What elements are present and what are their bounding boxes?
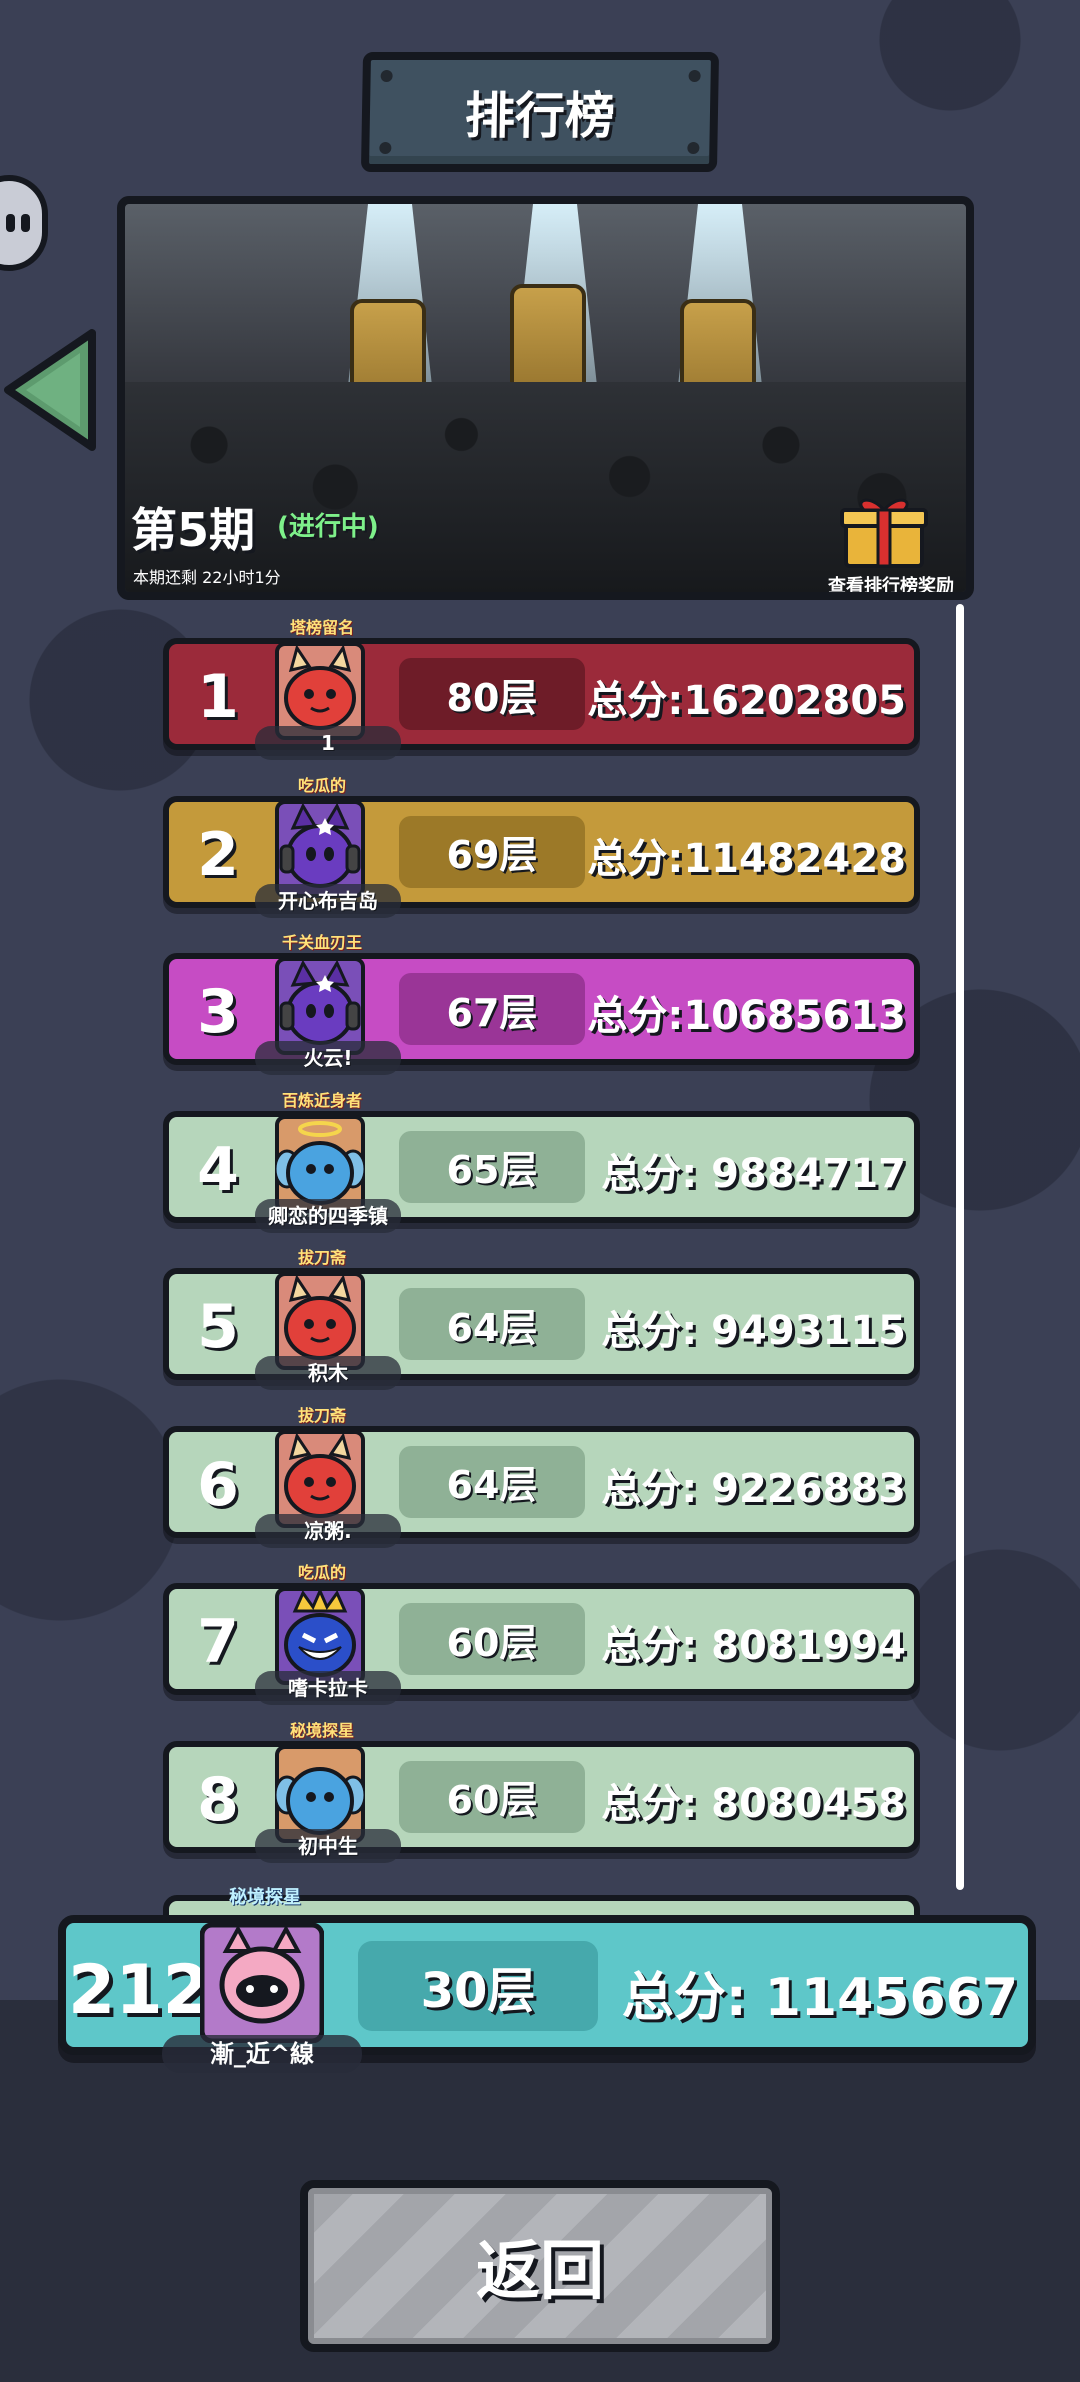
ranking-row[interactable]: 5 拔刀斋 64层 总分: 9493115 积木 [163, 1248, 920, 1390]
season-status: (进行中) [277, 512, 379, 542]
total-score: 总分: 9226883 [601, 1465, 906, 1512]
rank-number: 7 [197, 1607, 239, 1677]
return-button-label: 返回 [476, 2235, 604, 2309]
eye-icon [21, 214, 30, 232]
eye-icon [6, 214, 15, 232]
player-name: 嗜卡拉卡 [255, 1671, 401, 1705]
player-name: 初中生 [255, 1828, 401, 1863]
ranking-row[interactable]: 2 吃瓜的 69层 总分:11482428 开心布吉岛 [163, 776, 920, 918]
my-rank-row: 212 秘境探星 30层 总分: 1145667 漸_近^線 [58, 1887, 1036, 2073]
player-title-badge: 拔刀斋 [297, 1248, 346, 1267]
player-title-badge: 吃瓜的 [297, 1563, 346, 1582]
player-title-badge: 百炼近身者 [281, 1090, 362, 1110]
rank-number: 3 [197, 977, 239, 1047]
purple-headphone-slime-icon [275, 957, 365, 1055]
floor-value: 64层 [399, 1445, 585, 1518]
bolt-icon [380, 70, 393, 82]
floor-value: 65层 [399, 1130, 585, 1203]
title-plate: 排行榜 [360, 52, 720, 172]
bolt-icon [379, 142, 392, 154]
rank-number: 2 [197, 819, 239, 890]
player-title-badge: 吃瓜的 [297, 775, 346, 795]
player-title-badge: 拔刀斋 [297, 1405, 346, 1425]
bolt-icon [687, 142, 700, 154]
previous-page-arrow-icon[interactable] [0, 325, 100, 455]
my-rank-number: 212 [68, 1951, 210, 2030]
purple-headphone-slime-icon [275, 799, 365, 898]
ranking-row[interactable]: 1 塔榜留名 80层 总分:16202805 1 [163, 618, 920, 760]
season-countdown: 本期还剩 22小时1分 [133, 568, 281, 587]
red-horned-slime-icon [275, 1272, 365, 1370]
player-name: 火云! [255, 1041, 401, 1075]
bolt-icon [688, 70, 701, 82]
view-rewards-link[interactable]: 查看排行榜奖励 [828, 572, 954, 592]
floor-value: 67层 [399, 973, 585, 1045]
floor-value: 60层 [399, 1760, 585, 1833]
total-score: 总分:11482428 [587, 835, 906, 882]
floor-value: 69层 [399, 815, 585, 888]
rank-number: 4 [197, 1134, 239, 1205]
season-banner: 第5期 (进行中) 本期还剩 22小时1分 查看排行榜奖励 [117, 196, 974, 600]
player-name: 积木 [255, 1356, 401, 1390]
gift-box-icon[interactable] [840, 494, 928, 570]
floor-value: 60层 [399, 1603, 585, 1675]
rank-number: 5 [197, 1292, 239, 1362]
player-title-badge: 秘境探星 [289, 1720, 354, 1740]
ranking-row[interactable]: 6 拔刀斋 64层 总分: 9226883 凉粥. [163, 1406, 920, 1548]
my-title-badge: 秘境探星 [229, 1887, 301, 1908]
rank-number: 8 [197, 1764, 239, 1835]
red-horned-slime-icon [275, 642, 365, 740]
blue-angel-slime-icon [275, 1114, 365, 1213]
player-name: 卿恋的四季镇 [255, 1198, 401, 1233]
ranking-row[interactable]: 7 吃瓜的 60层 总分: 8081994 嗜卡拉卡 [163, 1563, 920, 1705]
player-name: 开心布吉岛 [255, 883, 401, 918]
rank-number: 6 [197, 1449, 239, 1520]
total-score: 总分: 9493115 [601, 1308, 906, 1354]
scrollbar[interactable] [956, 604, 964, 1890]
total-score: 总分:16202805 [587, 678, 906, 724]
player-title-badge: 千关血刃王 [281, 933, 362, 952]
ranking-row[interactable]: 4 百炼近身者 65层 总分: 9884717 卿恋的四季镇 [163, 1091, 920, 1233]
player-name: 1 [255, 726, 401, 760]
my-total-score: 总分: 1145667 [621, 1968, 1018, 2028]
rank-number: 1 [197, 662, 239, 732]
ranking-row[interactable]: 8 秘境探星 60层 总分: 8080458 初中生 [163, 1721, 920, 1863]
return-button[interactable]: 返回 [300, 2180, 780, 2352]
total-score: 总分:10685613 [587, 993, 906, 1039]
total-score: 总分: 8080458 [601, 1780, 906, 1827]
pink-cat-slime-icon [200, 1922, 324, 2043]
player-name: 凉粥. [255, 1513, 401, 1548]
blue-winged-slime-icon [275, 1744, 365, 1843]
red-horned-slime-icon [275, 1429, 365, 1528]
ranking-row[interactable]: 3 千关血刃王 67层 总分:10685613 火云! [163, 933, 920, 1075]
total-score: 总分: 9884717 [601, 1150, 906, 1197]
my-player-name: 漸_近^線 [162, 2035, 362, 2073]
blue-crown-slime-icon [275, 1587, 365, 1685]
my-floor-value: 30层 [358, 1941, 598, 2031]
page-title: 排行榜 [464, 87, 616, 145]
player-title-badge: 塔榜留名 [289, 618, 354, 637]
season-number: 第5期 [131, 503, 256, 557]
floor-value: 80层 [399, 658, 585, 730]
total-score: 总分: 8081994 [601, 1623, 906, 1669]
floor-value: 64层 [399, 1288, 585, 1360]
